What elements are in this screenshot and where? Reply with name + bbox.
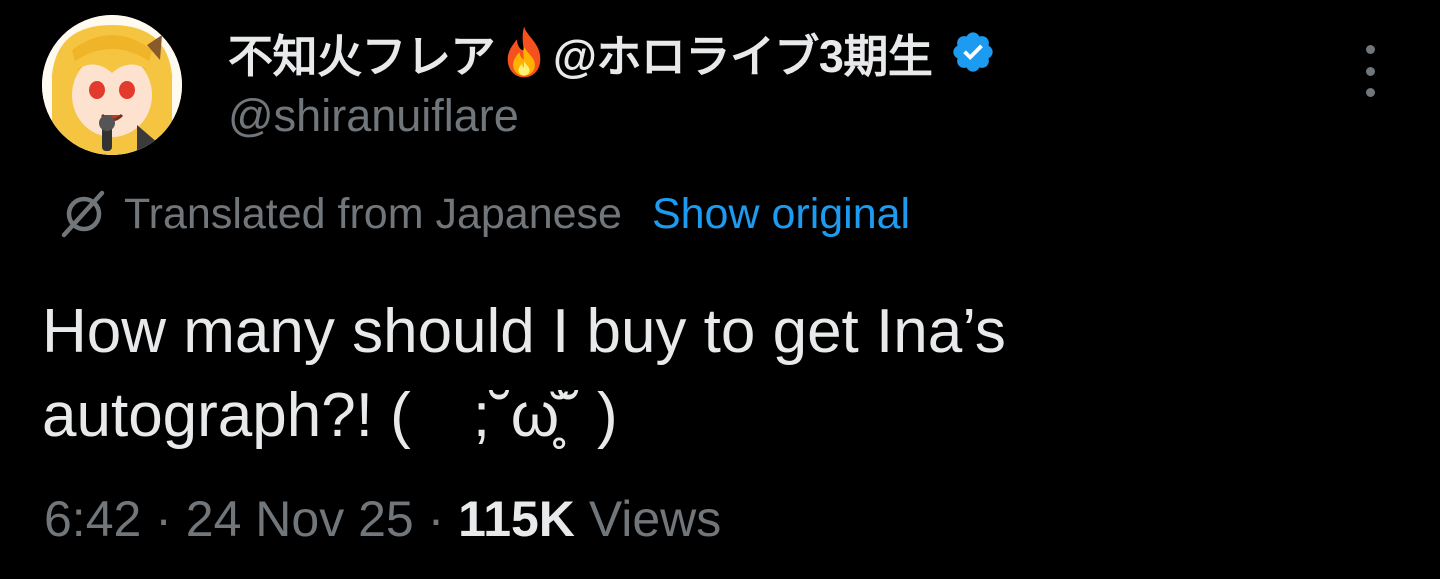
translated-from-label: Translated from Japanese xyxy=(124,189,622,238)
avatar[interactable] xyxy=(42,15,182,155)
views-count[interactable]: 115K xyxy=(458,491,575,547)
fire-icon xyxy=(507,26,541,78)
author-handle[interactable]: @shiranuiflare xyxy=(228,90,519,142)
display-name-row[interactable]: 不知火フレア @ホロライブ3期生 xyxy=(228,22,996,82)
tweet-date[interactable]: 24 Nov 25 xyxy=(186,491,414,547)
meta-separator: · xyxy=(413,491,459,547)
more-dot-icon xyxy=(1365,88,1375,97)
more-options-button[interactable] xyxy=(1350,45,1390,97)
more-dot-icon xyxy=(1365,66,1375,76)
translate-icon xyxy=(61,190,105,238)
tweet-meta: 6:42 · 24 Nov 25 · 115K Views xyxy=(44,490,721,548)
verified-badge-icon[interactable] xyxy=(950,29,996,75)
tweet-time[interactable]: 6:42 xyxy=(44,491,141,547)
more-dot-icon xyxy=(1365,45,1375,54)
display-name-suffix[interactable]: @ホロライブ3期生 xyxy=(553,20,933,85)
tweet-text: How many should I buy to get Ina’s autog… xyxy=(42,297,1006,450)
show-original-link[interactable]: Show original xyxy=(652,190,910,239)
meta-separator: · xyxy=(141,491,186,547)
views-label: Views xyxy=(574,491,722,547)
avatar-image xyxy=(42,15,182,155)
display-name[interactable]: 不知火フレア xyxy=(228,20,496,85)
translation-notice: Translated from Japanese Show original xyxy=(58,186,910,242)
